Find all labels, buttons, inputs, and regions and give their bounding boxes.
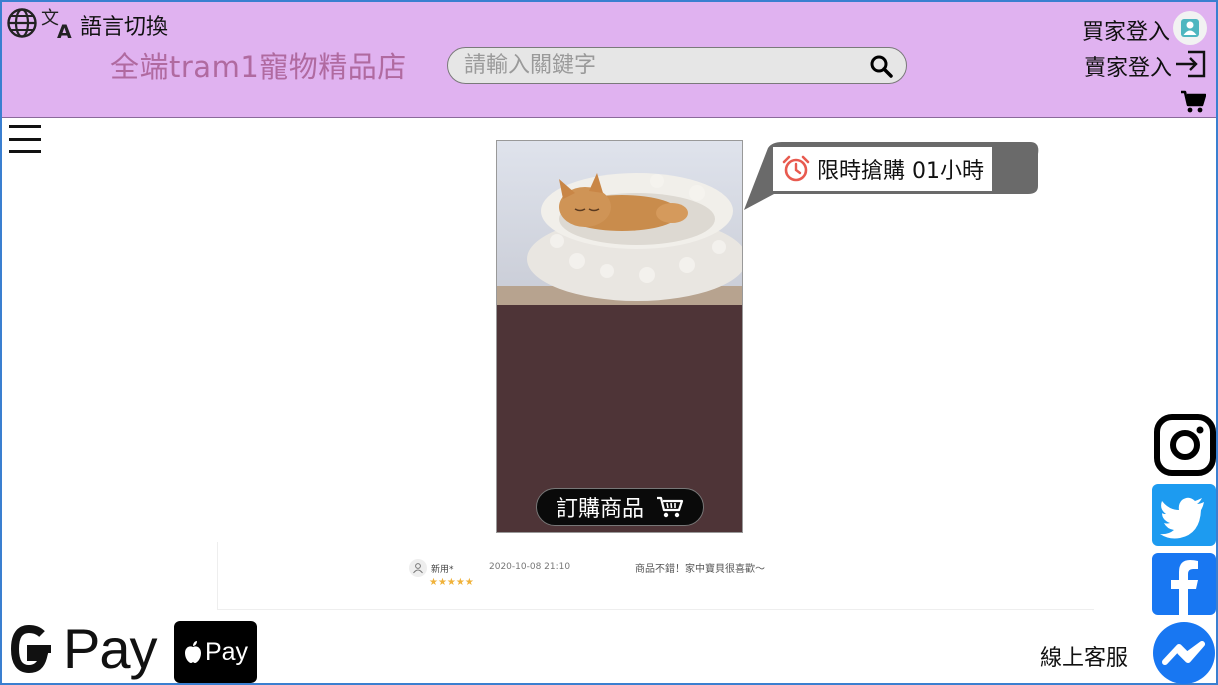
review-text: 商品不錯！家中寶貝很喜歡～ [635,564,765,575]
review-date: 2020-10-08 21:10 [489,562,571,572]
globe-icon [6,7,38,43]
store-brand[interactable]: 全端tram1寵物精品店 [110,44,407,86]
apple-pay-logo: Pay [174,621,257,683]
user-icon [409,559,427,577]
menu-line [9,150,41,153]
twitter-icon [1160,497,1204,539]
product-card[interactable]: 訂購商品 [496,140,743,533]
sign-in-icon [1174,49,1208,83]
menu-icon[interactable] [9,125,41,153]
language-switch[interactable]: 文A 語言切換 [6,6,168,44]
messenger-link[interactable] [1152,622,1216,685]
apple-pay-text: Pay [204,637,249,666]
search-bar [447,47,907,84]
header: 文A 語言切換 全端tram1寵物精品店 買家登入 賣家登入 [2,2,1216,118]
shopping-cart-icon [1181,90,1207,113]
review-item: 新用* ★★★★★ 2020-10-08 21:10 商品不錯！家中寶貝很喜歡～ [217,542,1094,610]
customer-service-label[interactable]: 線上客服 [1040,640,1128,672]
flash-sale-label: 限時搶購 01小時 [817,159,984,184]
google-pay-logo: Pay [3,616,157,681]
cart-icon [657,496,684,518]
instagram-link[interactable] [1152,414,1216,476]
apple-icon [184,641,201,663]
menu-line [9,125,41,128]
messenger-icon [1153,622,1215,684]
instagram-icon [1154,414,1216,476]
search-button[interactable] [868,53,894,79]
seller-login-label: 賣家登入 [1083,56,1172,81]
google-g-icon [10,624,51,673]
translate-icon: 文A [40,6,76,44]
search-input[interactable] [464,53,868,78]
review-stars: ★★★★★ [429,577,474,588]
buyer-login[interactable]: 買家登入 [1082,10,1208,50]
buyer-login-label: 買家登入 [1081,20,1170,45]
product-image-cat [497,141,742,305]
facebook-icon [1171,560,1198,615]
language-switch-label: 語言切換 [80,15,169,40]
order-button-label: 訂購商品 [555,497,644,522]
twitter-link[interactable] [1152,484,1216,546]
review-user: 新用* [431,565,454,575]
svg-text:A: A [57,21,72,40]
search-icon [870,55,893,78]
alarm-clock-icon [782,155,810,182]
google-pay-text: Pay [63,617,157,680]
user-avatar-icon [1172,10,1208,50]
seller-login[interactable]: 賣家登入 [1084,49,1208,83]
order-button[interactable]: 訂購商品 [536,488,704,526]
cart-button[interactable] [1180,90,1207,118]
facebook-link[interactable] [1152,553,1216,615]
menu-line [9,137,41,141]
flash-sale-badge: 限時搶購 01小時 [773,147,992,191]
